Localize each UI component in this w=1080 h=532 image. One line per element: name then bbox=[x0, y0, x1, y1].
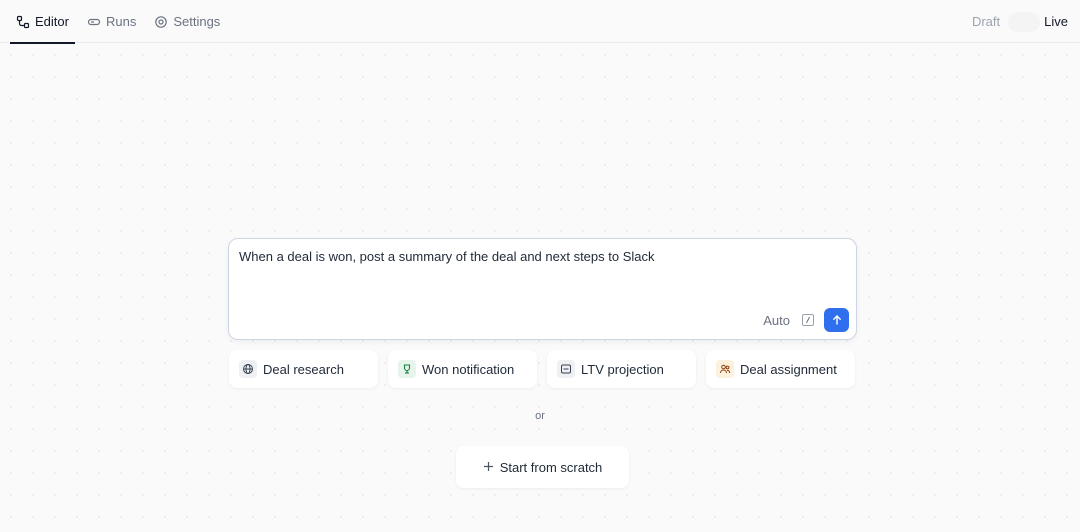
suggestion-label: Won notification bbox=[422, 361, 515, 377]
tab-runs[interactable]: Runs bbox=[81, 0, 142, 43]
suggestion-label: LTV projection bbox=[581, 361, 664, 377]
auto-model-selector[interactable]: Auto bbox=[763, 313, 790, 328]
tab-runs-label: Runs bbox=[105, 14, 137, 29]
mode-draft-label[interactable]: Draft bbox=[972, 14, 1000, 29]
or-divider: or bbox=[535, 410, 545, 422]
tab-settings-label: Settings bbox=[173, 14, 221, 29]
arrow-up-icon bbox=[832, 315, 841, 325]
suggestion-label: Deal assignment bbox=[740, 361, 837, 377]
suggestion-label: Deal research bbox=[263, 361, 344, 377]
prompt-text[interactable]: When a deal is won, post a summary of th… bbox=[239, 249, 846, 265]
suggestion-ltv-projection[interactable]: LTV projection bbox=[547, 350, 696, 388]
tab-editor[interactable]: Editor bbox=[10, 0, 75, 44]
start-from-scratch-button[interactable]: Start from scratch bbox=[456, 446, 629, 488]
mode-switch: Draft Live bbox=[972, 0, 1068, 43]
start-from-scratch-label: Start from scratch bbox=[499, 459, 603, 475]
tab-settings[interactable]: Settings bbox=[148, 0, 226, 43]
workflow-icon bbox=[16, 15, 30, 29]
trophy-icon bbox=[398, 360, 416, 378]
workflow-editor-page: Editor Runs Settings Draft Live When a d… bbox=[0, 0, 1080, 532]
top-navigation-bar: Editor Runs Settings Draft Live bbox=[0, 0, 1080, 44]
gear-icon bbox=[154, 15, 168, 29]
slash-command-icon[interactable] bbox=[802, 314, 814, 326]
suggestion-deal-assignment[interactable]: Deal assignment bbox=[706, 350, 855, 388]
tab-editor-label: Editor bbox=[35, 14, 69, 29]
prompt-input-box[interactable]: When a deal is won, post a summary of th… bbox=[228, 238, 857, 340]
send-button[interactable] bbox=[824, 308, 849, 332]
draft-live-toggle[interactable] bbox=[1008, 11, 1041, 32]
runs-icon bbox=[87, 15, 101, 29]
users-icon bbox=[716, 360, 734, 378]
suggestion-won-notification[interactable]: Won notification bbox=[388, 350, 537, 388]
chart-icon bbox=[557, 360, 575, 378]
globe-icon bbox=[239, 360, 257, 378]
suggestion-deal-research[interactable]: Deal research bbox=[229, 350, 378, 388]
prompt-footer: Auto bbox=[763, 308, 849, 332]
tab-bar: Editor Runs Settings bbox=[10, 0, 232, 44]
plus-icon bbox=[483, 460, 494, 475]
suggestion-chips: Deal research Won notification LTV proje… bbox=[229, 350, 856, 388]
mode-live-label[interactable]: Live bbox=[1044, 14, 1068, 29]
